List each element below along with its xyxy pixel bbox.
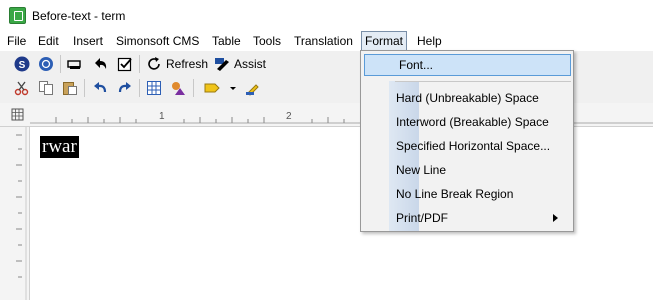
image-icon (170, 80, 186, 96)
checkin-button[interactable] (92, 53, 108, 75)
scissors-icon (14, 80, 30, 96)
submenu-arrow-icon (553, 214, 558, 222)
toolbar-separator (139, 79, 140, 97)
menu-bar: File Edit Insert Simonsoft CMS Table Too… (0, 31, 653, 51)
assist-icon (214, 56, 230, 72)
menu-table[interactable]: Table (212, 31, 241, 51)
toolbar-separator (193, 79, 194, 97)
checkout-button[interactable] (67, 53, 83, 75)
menu-translation[interactable]: Translation (294, 31, 353, 51)
toolbar-separator (84, 79, 85, 97)
globe-icon (38, 56, 54, 72)
undo-arrow-icon (92, 56, 108, 72)
menu-separator (395, 81, 571, 82)
highlight-dropdown[interactable] (229, 77, 237, 99)
selected-text[interactable]: rwar (40, 136, 79, 158)
highlight-button[interactable] (204, 77, 220, 99)
refresh-button[interactable]: Refresh (146, 53, 208, 75)
menu-item-print-pdf-label: Print/PDF (396, 211, 449, 225)
chevron-down-icon (229, 80, 237, 96)
menu-item-new-line[interactable]: New Line (362, 159, 572, 181)
edit-button[interactable] (245, 77, 261, 99)
menu-insert[interactable]: Insert (73, 31, 103, 51)
app-icon (9, 7, 26, 24)
title-bar: Before-text - term (0, 0, 653, 31)
redo-button[interactable] (117, 77, 133, 99)
cut-button[interactable] (14, 77, 30, 99)
menu-edit[interactable]: Edit (38, 31, 59, 51)
menu-simonsoft-cms[interactable]: Simonsoft CMS (116, 31, 199, 51)
window-title: Before-text - term (32, 9, 126, 23)
globe-button[interactable] (38, 53, 54, 75)
assist-label: Assist (234, 57, 267, 71)
validate-button[interactable] (117, 53, 133, 75)
menu-item-no-line-break-region[interactable]: No Line Break Region (362, 183, 572, 205)
vertical-ruler (0, 127, 30, 300)
table-button[interactable] (146, 77, 162, 99)
assist-button[interactable]: Assist (214, 53, 266, 75)
table-icon (146, 80, 162, 96)
menu-item-specified-horizontal-space[interactable]: Specified Horizontal Space... (362, 135, 572, 157)
key-icon (67, 56, 83, 72)
undo-icon (92, 80, 108, 96)
copy-icon (38, 80, 54, 96)
refresh-label: Refresh (166, 57, 209, 71)
tag-icon (204, 80, 220, 96)
menu-item-font[interactable]: Font... (364, 54, 571, 76)
refresh-icon (146, 56, 162, 72)
menu-help[interactable]: Help (417, 31, 442, 51)
simonsoft-icon: S (14, 56, 30, 72)
paste-button[interactable] (62, 77, 78, 99)
menu-tools[interactable]: Tools (253, 31, 281, 51)
svg-text:S: S (19, 60, 26, 71)
redo-icon (117, 80, 133, 96)
copy-button[interactable] (38, 77, 54, 99)
menu-format[interactable]: Format (361, 31, 408, 51)
menu-item-interword-space[interactable]: Interword (Breakable) Space (362, 111, 572, 133)
checkbox-icon (117, 56, 133, 72)
format-menu: Font... Hard (Unbreakable) Space Interwo… (360, 50, 574, 232)
menu-item-print-pdf[interactable]: Print/PDF (362, 207, 572, 229)
pencil-icon (245, 80, 261, 96)
simonsoft-button[interactable]: S (14, 53, 30, 75)
image-button[interactable] (170, 77, 186, 99)
toolbar-separator (139, 55, 140, 73)
ruler-tick-1: 1 (159, 111, 165, 122)
undo-button[interactable] (92, 77, 108, 99)
menu-file[interactable]: File (7, 31, 26, 51)
toolbar-separator (60, 55, 61, 73)
menu-item-hard-space[interactable]: Hard (Unbreakable) Space (362, 87, 572, 109)
paste-icon (62, 80, 78, 96)
ruler-tick-2: 2 (286, 111, 292, 122)
